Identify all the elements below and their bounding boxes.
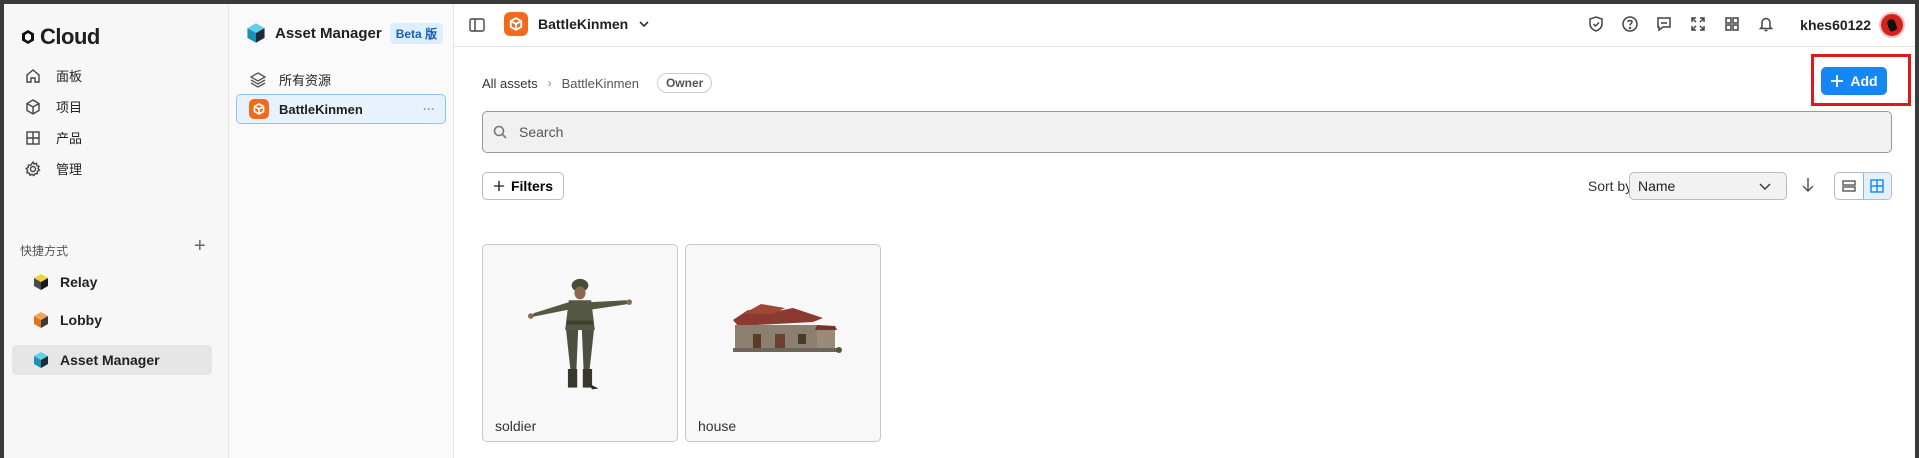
- chevron-down-icon: [1759, 183, 1771, 190]
- house-model-image: [733, 304, 842, 353]
- nav-products[interactable]: 产品: [24, 128, 82, 147]
- grid-view-button[interactable]: [1862, 173, 1891, 199]
- asset-manager-cube-icon: [34, 352, 48, 368]
- nav-label: 产品: [56, 131, 83, 146]
- search-icon: [493, 125, 507, 139]
- user-menu[interactable]: khes60122: [1800, 12, 1905, 38]
- breadcrumb-all-assets[interactable]: All assets: [482, 76, 538, 91]
- gear-icon: [25, 160, 41, 177]
- asset-card-soldier[interactable]: soldier: [482, 244, 678, 442]
- bell-icon[interactable]: [1757, 15, 1775, 33]
- home-icon: [26, 68, 40, 83]
- plus-icon: [493, 180, 505, 192]
- chevron-right-icon: ›: [547, 76, 552, 90]
- add-button[interactable]: Add: [1821, 67, 1887, 95]
- beta-badge: Beta 版: [389, 22, 444, 44]
- nav-admin[interactable]: 管理: [24, 159, 82, 178]
- unity-logo-icon: [22, 30, 34, 44]
- asset-manager-cube-icon: [247, 23, 265, 43]
- all-resources-link[interactable]: 所有资源: [249, 70, 331, 89]
- search-input[interactable]: [517, 123, 1780, 141]
- asset-name: soldier: [495, 418, 537, 434]
- owner-badge: Owner: [656, 73, 713, 93]
- asset-thumbnail: [483, 245, 677, 415]
- sort-select[interactable]: Name: [1629, 172, 1787, 200]
- main-content: All assets › BattleKinmen Owner Add Filt…: [454, 47, 1915, 458]
- top-icons: [1587, 15, 1775, 33]
- project-selector[interactable]: BattleKinmen: [504, 12, 650, 36]
- logo-text: Cloud: [40, 24, 100, 49]
- relay-cube-icon: [34, 274, 48, 290]
- feedback-icon[interactable]: [1655, 15, 1673, 33]
- project-cube-icon: [504, 12, 528, 36]
- nav-label: 项目: [56, 100, 83, 115]
- cube-icon: [26, 98, 40, 115]
- nav-label: 面板: [56, 69, 83, 84]
- shortcut-relay[interactable]: Relay: [12, 267, 212, 297]
- shortcut-lobby[interactable]: Lobby: [12, 305, 212, 335]
- search-bar[interactable]: [482, 111, 1892, 153]
- sort-direction-arrow-icon[interactable]: [1799, 175, 1817, 195]
- soldier-model-image: [528, 278, 632, 390]
- chevron-down-icon: [639, 21, 649, 28]
- nav-dashboard[interactable]: 面板: [24, 66, 82, 85]
- filters-label: Filters: [510, 178, 553, 194]
- shield-check-icon[interactable]: [1587, 15, 1605, 33]
- apps-icon[interactable]: [1723, 15, 1741, 33]
- add-button-label: Add: [1850, 73, 1878, 89]
- avatar[interactable]: [1879, 12, 1905, 38]
- nav-label: 管理: [56, 162, 83, 177]
- shortcut-label: Lobby: [60, 312, 102, 328]
- all-resources-label: 所有资源: [279, 73, 332, 88]
- shortcut-label: Relay: [60, 274, 98, 290]
- help-icon[interactable]: [1621, 15, 1639, 33]
- sort-value: Name: [1638, 178, 1676, 194]
- view-toggle: [1834, 172, 1892, 200]
- lobby-cube-icon: [34, 312, 48, 328]
- project-cube-icon: [249, 99, 269, 119]
- shortcut-asset-manager[interactable]: Asset Manager: [12, 345, 212, 375]
- grid-icon: [26, 130, 40, 145]
- shortcut-label: Asset Manager: [60, 352, 160, 368]
- asset-thumbnail: [686, 245, 880, 415]
- asset-manager-title: Asset Manager: [275, 24, 382, 42]
- asset-manager-header: Asset Manager Beta 版: [245, 22, 444, 44]
- cloud-logo[interactable]: Cloud: [20, 24, 100, 50]
- asset-name: house: [698, 418, 737, 434]
- breadcrumb-current: BattleKinmen: [561, 75, 639, 91]
- list-view-button[interactable]: [1835, 173, 1863, 199]
- top-bar: BattleKinmen khes60122: [454, 4, 1915, 47]
- project-item-battlekinmen[interactable]: BattleKinmen ···: [236, 94, 446, 124]
- fullscreen-icon[interactable]: [1689, 15, 1707, 33]
- asset-manager-sidebar: Asset Manager Beta 版 所有资源 BattleKinmen ·…: [229, 4, 454, 458]
- add-shortcut-icon[interactable]: +: [194, 236, 206, 256]
- asset-card-house[interactable]: house: [685, 244, 881, 442]
- grid-view-icon: [1870, 179, 1884, 193]
- list-view-icon: [1842, 180, 1856, 192]
- project-selector-label: BattleKinmen: [538, 16, 629, 32]
- breadcrumb: All assets › BattleKinmen Owner: [482, 73, 713, 93]
- nav-projects[interactable]: 项目: [24, 97, 82, 116]
- username: khes60122: [1800, 17, 1871, 33]
- layers-icon: [249, 71, 267, 88]
- project-label: BattleKinmen: [279, 101, 363, 117]
- plus-icon: [1831, 75, 1844, 87]
- filters-button[interactable]: Filters: [482, 172, 564, 200]
- sidebar-toggle-icon[interactable]: [468, 16, 486, 34]
- more-options-icon[interactable]: ···: [423, 102, 435, 116]
- main-sidebar: Cloud 面板 项目 产品 管理 快捷方式 + Relay Lobby Ass…: [4, 4, 229, 458]
- shortcuts-title: 快捷方式: [20, 244, 69, 258]
